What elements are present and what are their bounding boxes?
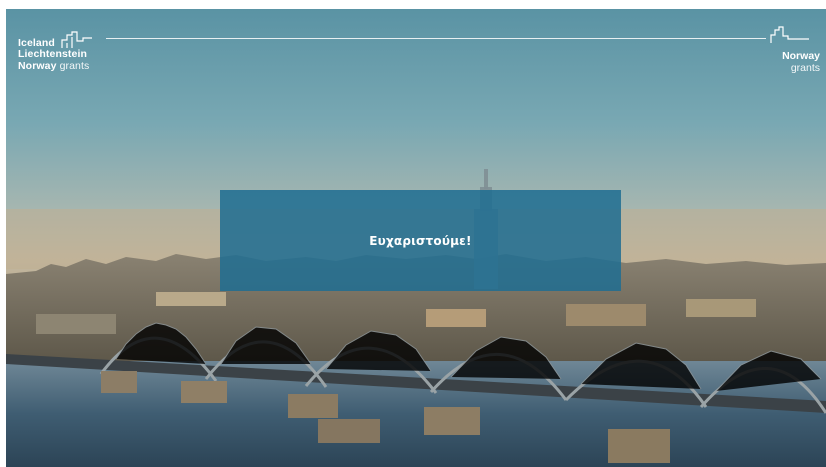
thank-you-panel: Ευχαριστούμε! [220, 190, 621, 291]
brand-logo-right[interactable]: Norway grants [782, 50, 820, 74]
grants-logo-icon [770, 26, 810, 44]
page-frame: Iceland Liechtenstein Norway grants Norw… [6, 9, 826, 467]
brand-right-norway: Norway [782, 50, 820, 62]
brand-grants: grants [59, 59, 90, 72]
header-divider [106, 38, 766, 39]
brand-logo-left[interactable]: Iceland Liechtenstein Norway grants [18, 31, 93, 72]
brand-right-grants: grants [790, 61, 820, 74]
thank-you-message: Ευχαριστούμε! [369, 233, 472, 248]
grants-logo-icon [61, 31, 93, 49]
brand-norway: Norway [18, 59, 57, 72]
